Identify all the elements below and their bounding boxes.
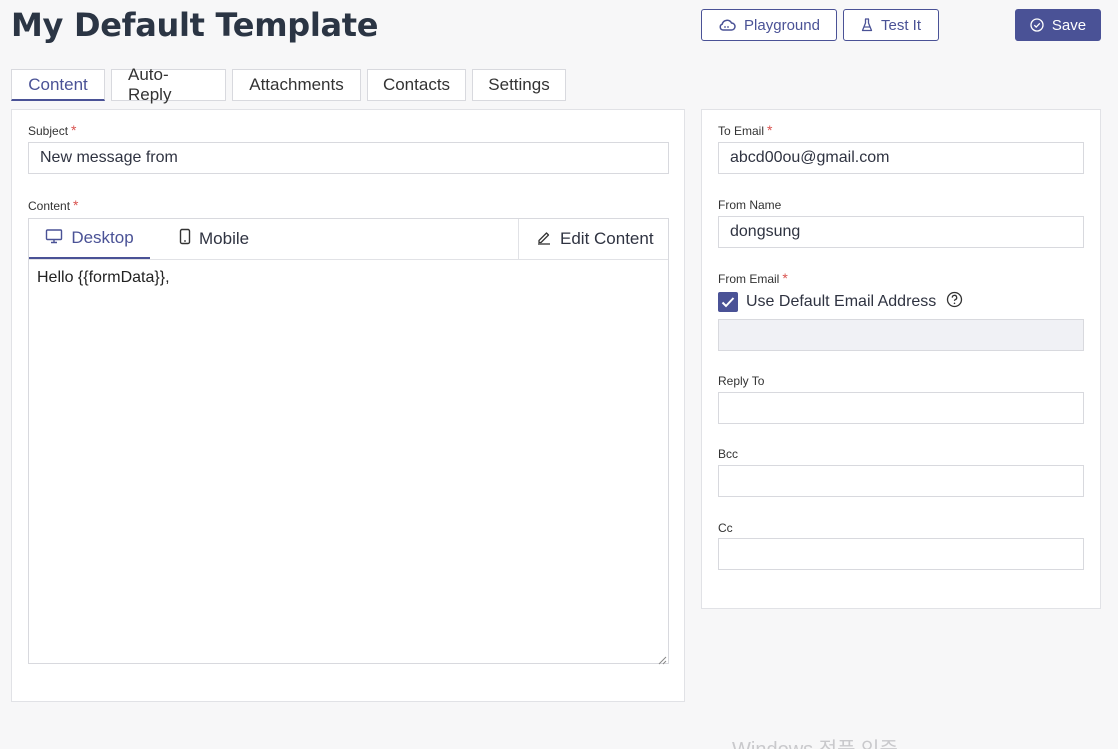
from-name-label: From Name [718,198,782,212]
tab-auto-reply[interactable]: Auto-Reply [111,65,226,104]
subject-label: Subject * [28,122,77,138]
from-name-input[interactable]: dongsung [718,216,1084,248]
desktop-tab-label: Desktop [71,228,134,247]
bcc-label: Bcc [718,447,739,461]
use-default-email-checkbox[interactable] [718,292,738,312]
test-it-label: Test It [880,16,921,34]
to-email-value: abcd00ou@gmail.com [730,149,890,166]
save-button[interactable]: Save [1015,9,1101,41]
mobile-icon [179,228,191,250]
check-circle-icon [1030,18,1044,32]
content-panel: Subject * New message from Content * Deskt… [11,109,685,702]
cc-label: Cc [718,521,733,535]
tab-auto-reply-label: Auto-Reply [128,65,172,104]
cloud-icon [718,18,736,32]
mobile-tab[interactable]: Mobile [179,219,249,259]
pencil-icon [536,229,552,250]
mobile-tab-label: Mobile [199,229,250,248]
playground-button[interactable]: Playground [701,9,837,41]
reply-to-label: Reply To [718,374,765,388]
tab-settings-label: Settings [488,75,550,94]
subject-value: New message from [40,149,178,166]
main-tabs: Content Auto-Reply Attachments Contacts … [11,65,566,104]
cc-input[interactable] [718,538,1084,570]
resize-handle-icon[interactable] [657,652,667,665]
from-email-input [718,319,1084,351]
windows-activation-watermark: Windows 정품 인증 [732,733,898,749]
tab-content-label: Content [28,74,88,94]
to-email-input[interactable]: abcd00ou@gmail.com [718,142,1084,174]
save-label: Save [1051,16,1087,34]
tab-content[interactable]: Content [11,69,105,101]
email-settings-panel: To Email * abcd00ou@gmail.com From Name d… [701,109,1101,609]
tab-attachments-label: Attachments [249,75,344,94]
from-email-label: From Email * [718,270,788,286]
test-it-button[interactable]: Test It [843,9,939,41]
subject-input[interactable]: New message from [28,142,669,174]
bcc-input[interactable] [718,465,1084,497]
from-name-value: dongsung [730,223,801,240]
help-icon[interactable] [946,291,963,313]
flask-icon [861,18,873,32]
edit-content-label: Edit Content [560,229,654,248]
tab-attachments[interactable]: Attachments [232,69,361,101]
tab-contacts-label: Contacts [382,75,451,94]
use-default-email-label: Use Default Email Address [746,293,937,310]
use-default-email-row: Use Default Email Address [718,291,963,313]
to-email-label: To Email * [718,122,773,138]
tab-contacts[interactable]: Contacts [367,69,466,101]
content-editor: Desktop Mobile Edit Content Hello {{form… [28,218,669,665]
playground-label: Playground [744,16,820,34]
tab-settings[interactable]: Settings [472,69,566,101]
desktop-icon [45,228,63,249]
editor-text[interactable]: Hello {{formData}}, [37,269,170,287]
page-title: My Default Template [11,6,379,44]
edit-content-button[interactable]: Edit Content [536,219,654,259]
desktop-tab[interactable]: Desktop [29,219,150,259]
reply-to-input[interactable] [718,392,1084,424]
content-label: Content * [28,197,79,213]
